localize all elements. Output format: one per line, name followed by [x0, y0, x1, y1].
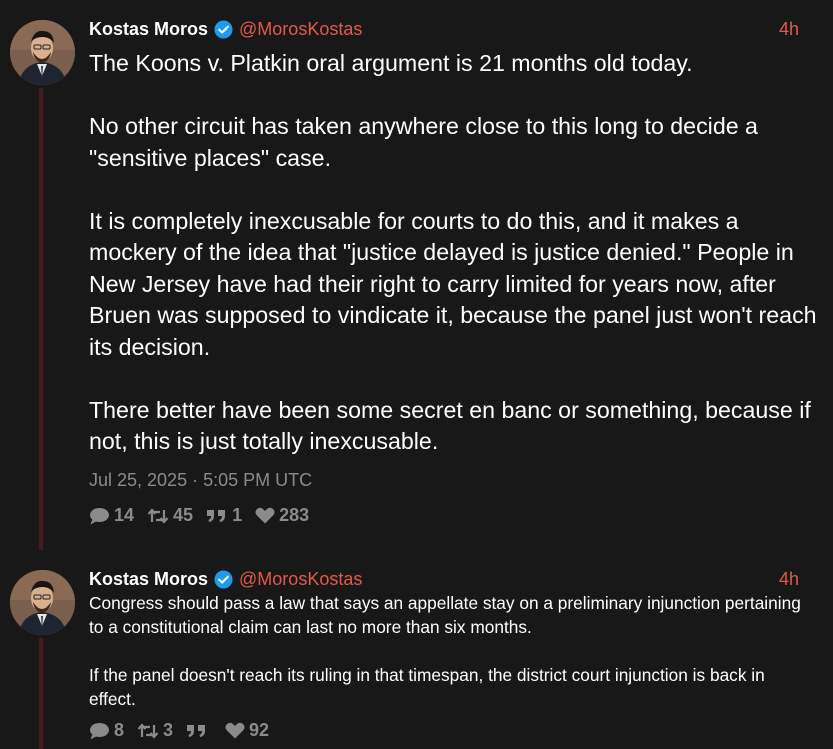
tweet-paragraph: There better have been some secret en ba…: [89, 396, 811, 455]
tweet-paragraph: It is completely inexcusable for courts …: [89, 207, 817, 360]
author-handle[interactable]: @MorosKostas: [239, 19, 362, 40]
tweet-stats: 14 45 1 283: [89, 505, 322, 526]
tweet-main[interactable]: Kostas Moros @MorosKostas 4h The Koons v…: [0, 0, 833, 550]
like-stat[interactable]: 92: [225, 720, 269, 741]
quote-icon: [187, 724, 206, 737]
tweet-paragraph: Congress should pass a law that says an …: [89, 593, 801, 637]
like-count: 283: [279, 505, 310, 525]
thread-line: [39, 638, 43, 749]
comment-icon: [90, 722, 109, 739]
like-count: 92: [249, 720, 270, 740]
tweet-body: The Koons v. Platkin oral argument is 21…: [89, 48, 819, 489]
retweet-stat[interactable]: 45: [147, 505, 193, 526]
retweet-stat[interactable]: 3: [137, 720, 173, 741]
comment-icon: [90, 507, 109, 524]
avatar[interactable]: [10, 20, 75, 85]
tweet-stats: 8 3 92: [89, 720, 282, 741]
reply-count: 8: [114, 720, 125, 740]
heart-icon: [225, 722, 245, 739]
retweet-count: 3: [163, 720, 174, 740]
thread-line: [39, 88, 43, 550]
quote-stat[interactable]: 1: [206, 505, 242, 526]
tweet-header: Kostas Moros @MorosKostas 4h: [89, 17, 799, 41]
reply-count: 14: [114, 505, 135, 525]
quote-stat[interactable]: [186, 724, 212, 738]
tweet-paragraph: The Koons v. Platkin oral argument is 21…: [89, 50, 693, 76]
tweet-reply[interactable]: Kostas Moros @MorosKostas 4h Congress sh…: [0, 550, 833, 749]
verified-badge-icon: [214, 569, 233, 589]
reply-stat[interactable]: 14: [89, 505, 134, 526]
quote-count: 1: [232, 505, 243, 525]
tweet-body: Congress should pass a law that says an …: [89, 591, 809, 735]
author-name[interactable]: Kostas Moros: [89, 569, 208, 590]
retweet-count: 45: [173, 505, 194, 525]
heart-icon: [255, 507, 275, 524]
retweet-icon: [147, 507, 169, 524]
avatar[interactable]: [10, 570, 75, 635]
quote-icon: [207, 509, 226, 522]
tweet-header: Kostas Moros @MorosKostas 4h: [89, 567, 799, 591]
like-stat[interactable]: 283: [255, 505, 309, 526]
tweet-time[interactable]: 4h: [779, 569, 799, 590]
retweet-icon: [137, 722, 159, 739]
author-name[interactable]: Kostas Moros: [89, 19, 208, 40]
tweet-date[interactable]: Jul 25, 2025 · 5:05 PM UTC: [89, 470, 312, 491]
tweet-paragraph: If the panel doesn't reach its ruling in…: [89, 665, 765, 709]
author-handle[interactable]: @MorosKostas: [239, 569, 362, 590]
reply-stat[interactable]: 8: [89, 720, 124, 741]
tweet-time[interactable]: 4h: [779, 19, 799, 40]
verified-badge-icon: [214, 19, 233, 39]
tweet-paragraph: No other circuit has taken anywhere clos…: [89, 113, 758, 171]
